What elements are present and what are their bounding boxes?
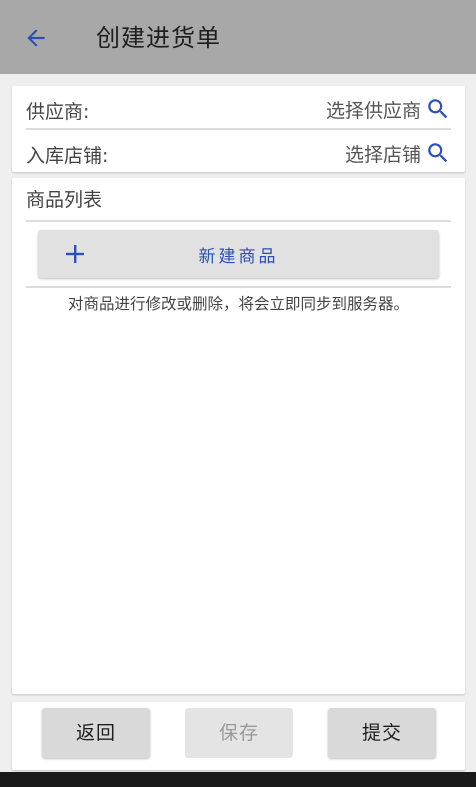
back-action-button[interactable]: 返回 bbox=[42, 708, 150, 758]
new-product-button[interactable]: 新建商品 bbox=[38, 230, 439, 278]
page-title: 创建进货单 bbox=[96, 24, 221, 52]
search-icon bbox=[428, 143, 448, 163]
system-nav-bar bbox=[0, 772, 476, 787]
new-product-label: 新建商品 bbox=[198, 247, 279, 267]
product-list-card: 商品列表 新建商品 对商品进行修改或删除，将会立即同步到服务器。 bbox=[12, 178, 465, 694]
submit-button[interactable]: 提交 bbox=[328, 708, 436, 758]
back-button[interactable] bbox=[18, 20, 54, 56]
arrow-left-icon bbox=[27, 29, 45, 47]
supplier-label: 供应商: bbox=[26, 101, 90, 123]
search-icon bbox=[428, 99, 448, 119]
app-screen: 创建进货单 供应商: 选择供应商 入库店铺: 选择店铺 商品列表 新建商品 对商… bbox=[0, 0, 476, 787]
select-supplier-button[interactable]: 选择供应商 bbox=[326, 94, 451, 124]
supplier-value: 选择供应商 bbox=[325, 99, 421, 122]
sync-hint-text: 对商品进行修改或删除，将会立即同步到服务器。 bbox=[67, 295, 409, 313]
supplier-row: 供应商: 选择供应商 bbox=[26, 88, 451, 130]
product-list-title: 商品列表 bbox=[26, 178, 451, 222]
action-bar: 返回 保存 提交 bbox=[12, 702, 465, 770]
divider bbox=[26, 286, 451, 288]
select-store-button[interactable]: 选择店铺 bbox=[345, 138, 451, 168]
store-value: 选择店铺 bbox=[344, 143, 421, 166]
app-header: 创建进货单 bbox=[0, 0, 476, 74]
order-info-card: 供应商: 选择供应商 入库店铺: 选择店铺 bbox=[12, 86, 465, 172]
store-label: 入库店铺: bbox=[26, 145, 109, 167]
store-row: 入库店铺: 选择店铺 bbox=[26, 132, 451, 170]
save-button[interactable]: 保存 bbox=[185, 708, 293, 758]
